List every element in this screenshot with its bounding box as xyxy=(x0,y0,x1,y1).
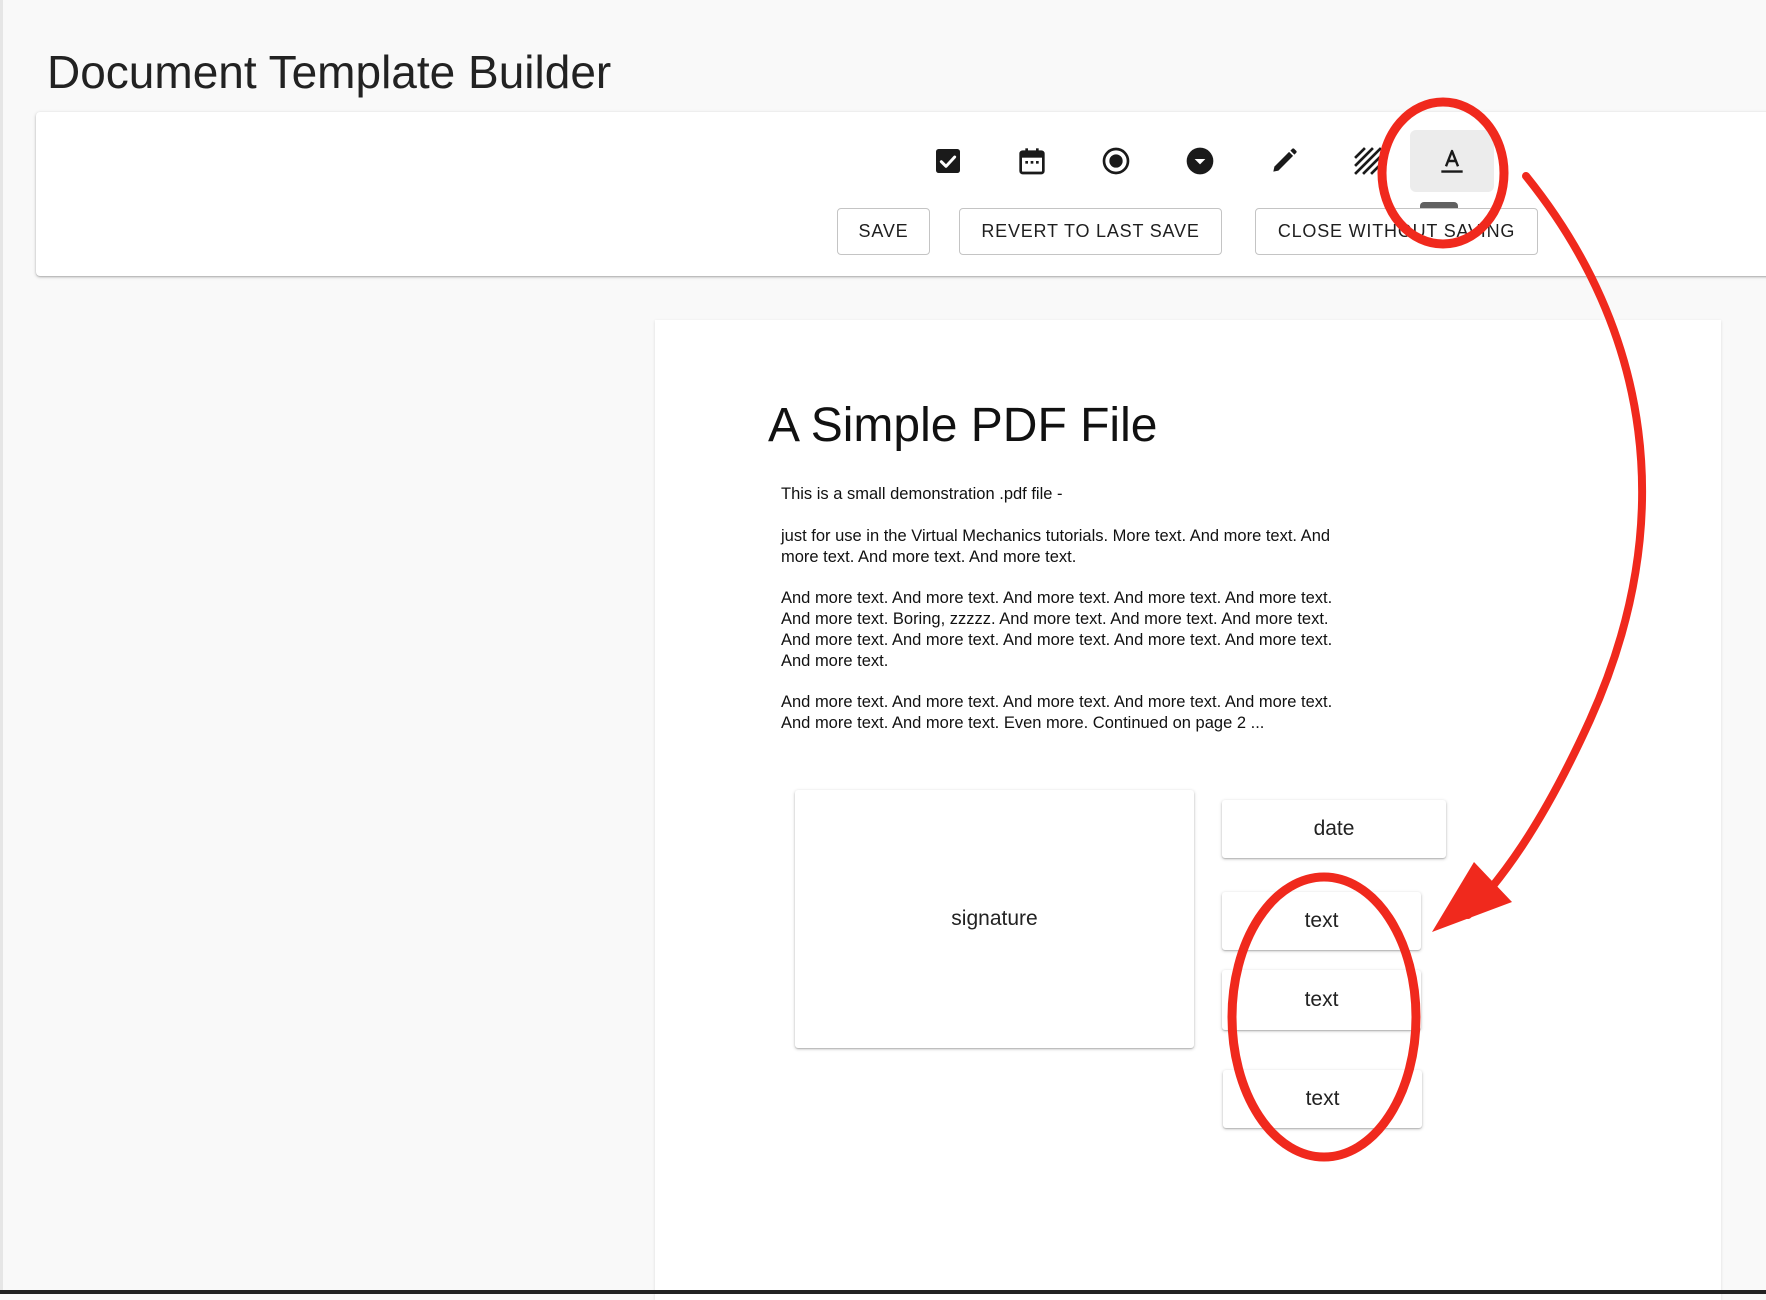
checkbox-icon xyxy=(936,149,960,173)
document-paragraph: And more text. And more text. And more t… xyxy=(781,693,1333,732)
text-field[interactable]: text xyxy=(1222,970,1421,1030)
text-format-icon xyxy=(1441,149,1463,173)
text-field-label: text xyxy=(1304,909,1339,932)
text-field-label: text xyxy=(1304,988,1339,1011)
date-tool-button[interactable] xyxy=(990,130,1074,192)
save-button[interactable]: SAVE xyxy=(837,208,930,255)
close-without-saving-button[interactable]: CLOSE WITHOUT SAVING xyxy=(1255,208,1538,255)
signature-field[interactable]: signature xyxy=(795,790,1194,1048)
bottom-edge xyxy=(0,1290,1766,1294)
document-paragraph: This is a small demonstration .pdf file … xyxy=(781,485,1063,503)
radio-button-icon xyxy=(1102,147,1130,175)
radio-tool-button[interactable] xyxy=(1074,130,1158,192)
document-paragraph: And more text. And more text. And more t… xyxy=(781,589,1333,670)
signature-tool-button[interactable] xyxy=(1242,130,1326,192)
shading-tool-button[interactable] xyxy=(1326,130,1410,192)
dropdown-icon xyxy=(1186,147,1214,175)
document-paragraph: just for use in the Virtual Mechanics tu… xyxy=(781,527,1331,566)
revert-to-last-save-button[interactable]: REVERT TO LAST SAVE xyxy=(959,208,1222,255)
dropdown-tool-button[interactable] xyxy=(1158,130,1242,192)
text-field[interactable]: text xyxy=(1223,1070,1422,1128)
text-field[interactable]: text xyxy=(1222,892,1421,950)
page-title: Document Template Builder xyxy=(47,46,612,98)
hatch-icon xyxy=(1354,147,1382,175)
date-field[interactable]: date xyxy=(1222,800,1446,858)
checkbox-tool-button[interactable] xyxy=(906,130,990,192)
date-field-label: date xyxy=(1313,817,1355,840)
pencil-icon xyxy=(1273,148,1297,172)
calendar-icon xyxy=(1019,148,1045,175)
document-title: A Simple PDF File xyxy=(768,399,1158,452)
text-field-label: text xyxy=(1305,1087,1340,1110)
signature-field-label: signature xyxy=(951,907,1038,930)
text-tool-button[interactable] xyxy=(1410,130,1494,192)
window-left-edge xyxy=(0,0,3,1294)
